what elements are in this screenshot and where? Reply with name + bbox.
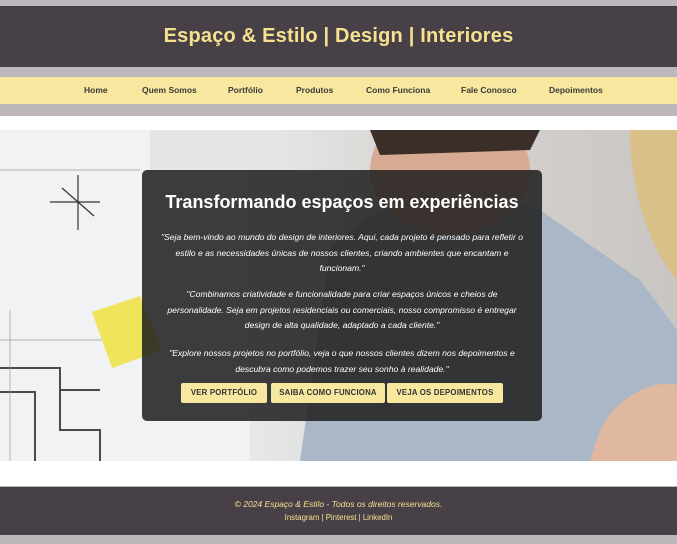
nav-item-fale-conosco[interactable]: Fale Conosco	[461, 77, 517, 104]
nav-item-home[interactable]: Home	[84, 77, 108, 104]
nav-item-depoimentos[interactable]: Depoimentos	[549, 77, 603, 104]
nav-item-como-funciona[interactable]: Como Funciona	[366, 77, 430, 104]
social-links: Instagram | Pinterest | LinkedIn	[0, 513, 677, 522]
hero-paragraph-1: "Seja bem-vindo ao mundo do design de in…	[161, 232, 523, 273]
linkedin-link[interactable]: LinkedIn	[363, 513, 392, 522]
pinterest-link[interactable]: Pinterest	[326, 513, 357, 522]
main-nav: Home Quem Somos Portfólio Produtos Como …	[0, 77, 677, 104]
hero-paragraph-2: "Combinamos criatividade e funcionalidad…	[167, 289, 517, 330]
nav-item-quem-somos[interactable]: Quem Somos	[142, 77, 197, 104]
site-footer: © 2024 Espaço & Estilo - Todos os direit…	[0, 487, 677, 535]
hero-title: Transformando espaços em experiências	[165, 192, 519, 212]
nav-item-produtos[interactable]: Produtos	[296, 77, 333, 104]
ver-portfolio-button[interactable]: VER PORTFÓLIO	[181, 383, 267, 403]
saiba-como-funciona-button[interactable]: SAIBA COMO FUNCIONA	[271, 383, 385, 403]
veja-os-depoimentos-button[interactable]: VEJA OS DEPOIMENTOS	[387, 383, 503, 403]
hero-paragraph-3: "Explore nossos projetos no portfólio, v…	[169, 348, 515, 374]
site-header: Espaço & Estilo | Design | Interiores	[0, 6, 677, 67]
site-title: Espaço & Estilo | Design | Interiores	[163, 25, 514, 47]
instagram-link[interactable]: Instagram	[285, 513, 320, 522]
hero-overlay-card: Transformando espaços em experiências "S…	[142, 170, 542, 421]
copyright-text: © 2024 Espaço & Estilo - Todos os direit…	[234, 499, 443, 509]
nav-item-portfolio[interactable]: Portfólio	[228, 77, 263, 104]
